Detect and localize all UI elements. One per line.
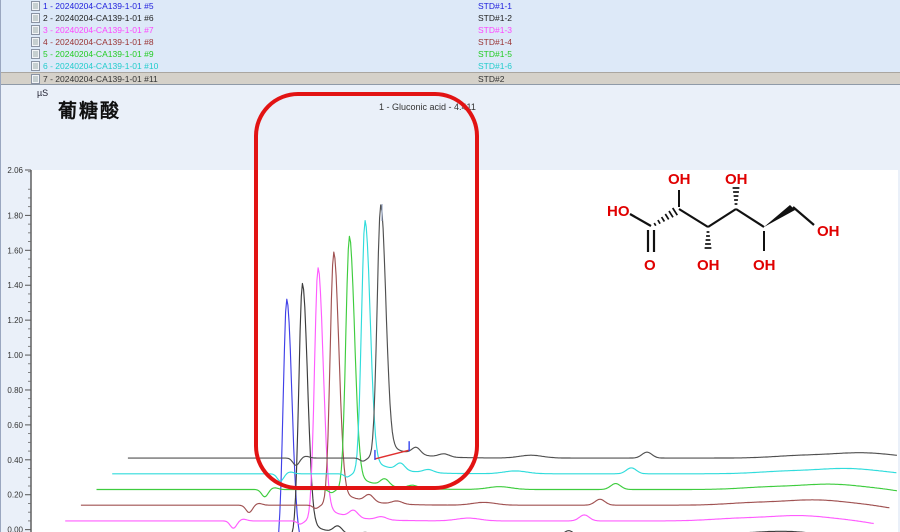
sample-name: 5 - 20240204-CA139-1-01 #9	[43, 48, 154, 60]
standard-name: STD#1-6	[478, 60, 512, 72]
chromatogram-file-icon	[31, 37, 40, 47]
chromatogram-file-icon	[31, 13, 40, 23]
legend-row-std-1-6[interactable]: 6 - 20240204-CA139-1-01 #10 STD#1-6	[1, 60, 900, 72]
chromatogram-file-icon	[31, 74, 40, 84]
y-tick-label: 0.40	[7, 456, 23, 465]
bold-wedge-c5-c6	[764, 205, 795, 227]
chromatography-workspace: 1 - 20240204-CA139-1-01 #5STD#1-12 - 202…	[0, 0, 900, 532]
standard-name: STD#1-1	[478, 0, 512, 12]
y-tick-label: 1.80	[7, 211, 23, 220]
sample-name: 4 - 20240204-CA139-1-01 #8	[43, 36, 154, 48]
legend-row-std-1-3[interactable]: 3 - 20240204-CA139-1-01 #7 STD#1-3	[1, 24, 900, 36]
oh-c5-label: OH	[753, 257, 776, 274]
sample-name: 1 - 20240204-CA139-1-01 #5	[43, 0, 154, 12]
y-tick-label: 0.80	[7, 386, 23, 395]
y-tick-label: 1.60	[7, 246, 23, 255]
carbonyl-o-label: O	[644, 257, 656, 274]
hashed-wedge-c4-oh	[733, 188, 740, 204]
injection-legend-panel: 1 - 20240204-CA139-1-01 #5STD#1-12 - 202…	[1, 0, 900, 85]
sample-name: 7 - 20240204-CA139-1-01 #11	[43, 73, 158, 85]
standard-name: STD#1-4	[478, 36, 512, 48]
oh-c4-label: OH	[725, 171, 748, 188]
legend-row-std-1-2[interactable]: 2 - 20240204-CA139-1-01 #6 STD#1-2	[1, 12, 900, 24]
oh-c3-label: OH	[697, 257, 720, 274]
chromatogram-file-icon	[31, 25, 40, 35]
standard-name: STD#2	[478, 73, 504, 85]
chromatogram-file-icon	[31, 49, 40, 59]
standard-name: STD#1-2	[478, 12, 512, 24]
chromatogram-file-icon	[31, 61, 40, 71]
sample-name: 2 - 20240204-CA139-1-01 #6	[43, 12, 154, 24]
y-tick-label: 0.00	[7, 526, 23, 532]
y-max-label: 2.06	[7, 166, 23, 175]
ho-label: HO	[607, 203, 630, 220]
y-tick-label: 0.20	[7, 491, 23, 500]
red-highlight-annotation	[254, 92, 479, 490]
legend-row-std-1-4[interactable]: 4 - 20240204-CA139-1-01 #8 STD#1-4	[1, 36, 900, 48]
oh-c2-label: OH	[668, 171, 691, 188]
gluconic-acid-structure: HO O OH OH OH OH OH	[596, 148, 896, 303]
legend-row-std-1-1[interactable]: 1 - 20240204-CA139-1-01 #5 STD#1-1	[1, 0, 900, 12]
oh-c6-label: OH	[817, 223, 840, 240]
y-tick-label: 0.60	[7, 421, 23, 430]
standard-name: STD#1-5	[478, 48, 512, 60]
y-tick-label: 1.40	[7, 281, 23, 290]
y-tick-label: 1.00	[7, 351, 23, 360]
standard-name: STD#1-3	[478, 24, 512, 36]
y-tick-label: 1.20	[7, 316, 23, 325]
sample-name: 6 - 20240204-CA139-1-01 #10	[43, 60, 158, 72]
sample-name: 3 - 20240204-CA139-1-01 #7	[43, 24, 154, 36]
hashed-wedge-c3-oh	[705, 232, 712, 248]
analyte-title-cn: 葡糖酸	[58, 96, 121, 123]
chromatogram-file-icon	[31, 1, 40, 11]
hashed-wedge-c1-c2	[654, 208, 677, 226]
legend-row-std-2[interactable]: 7 - 20240204-CA139-1-01 #11 STD#2	[1, 72, 900, 84]
y-axis-unit-label: µS	[37, 88, 48, 98]
legend-row-std-1-5[interactable]: 5 - 20240204-CA139-1-01 #9 STD#1-5	[1, 48, 900, 60]
